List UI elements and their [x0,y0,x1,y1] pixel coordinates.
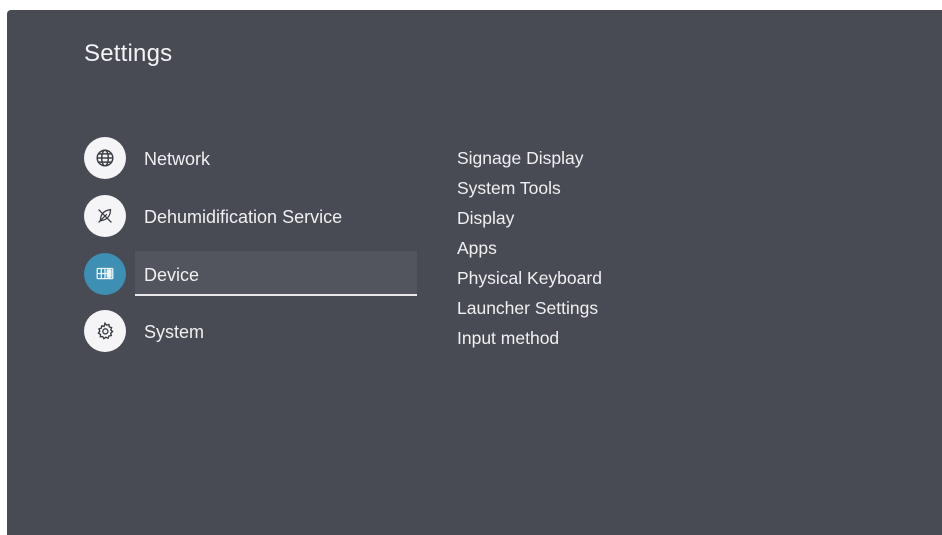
device-display-icon [84,253,126,295]
menu-item-label: Dehumidification Service [144,207,343,227]
submenu-item-physical-keyboard[interactable]: Physical Keyboard [457,263,602,293]
menu-item-label: Device [144,265,200,285]
menu-item-label: Network [144,149,211,169]
device-submenu: Signage Display System Tools Display App… [457,143,602,353]
globe-icon [84,137,126,179]
submenu-item-launcher-settings[interactable]: Launcher Settings [457,293,602,323]
eco-leaf-slash-icon [84,195,126,237]
menu-item-device[interactable]: Device [84,251,424,299]
submenu-item-input-method[interactable]: Input method [457,323,602,353]
gear-icon [84,310,126,352]
settings-screen: Settings Network Dehumidification Servic… [7,10,942,535]
submenu-item-display[interactable]: Display [457,203,602,233]
submenu-item-system-tools[interactable]: System Tools [457,173,602,203]
submenu-item-signage-display[interactable]: Signage Display [457,143,602,173]
menu-item-system[interactable]: System [84,310,424,356]
menu-item-network[interactable]: Network [84,137,424,183]
menu-item-label: System [144,322,205,342]
page-title: Settings [84,40,173,67]
submenu-item-apps[interactable]: Apps [457,233,602,263]
menu-item-dehumidification-service[interactable]: Dehumidification Service [84,195,424,241]
